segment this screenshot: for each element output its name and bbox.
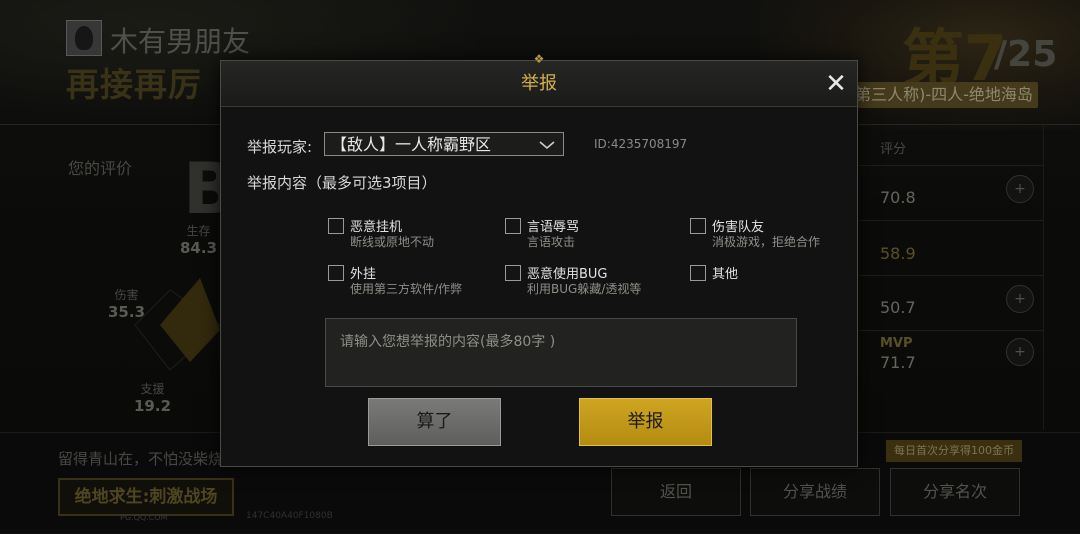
checkbox[interactable] <box>690 218 706 234</box>
report-dialog: ❖ 举报 ✕ 举报玩家: 【敌人】一人称霸野区 ID:4235708197 举报… <box>220 53 858 467</box>
checkbox[interactable] <box>505 218 521 234</box>
option-title: 其他 <box>712 267 739 282</box>
dialog-title: 举报 <box>521 73 557 94</box>
report-content-label: 举报内容（最多可选3项目） <box>247 174 437 192</box>
checkbox[interactable] <box>328 265 344 281</box>
option-desc: 消极游戏，拒绝合作 <box>712 235 821 249</box>
close-icon[interactable]: ✕ <box>821 69 851 99</box>
cancel-button[interactable]: 算了 <box>368 398 501 446</box>
option-desc: 使用第三方软件/作弊 <box>350 282 463 296</box>
textarea-placeholder: 请输入您想举报的内容(最多80字 ) <box>340 334 556 350</box>
checkbox[interactable] <box>505 265 521 281</box>
report-player-label: 举报玩家: <box>247 138 313 156</box>
report-text-input[interactable]: 请输入您想举报的内容(最多80字 ) <box>325 318 797 387</box>
option-desc: 断线或原地不动 <box>350 235 435 249</box>
player-id: ID:4235708197 <box>594 137 688 151</box>
option-desc: 言语攻击 <box>527 235 576 249</box>
submit-report-button[interactable]: 举报 <box>579 398 712 446</box>
checkbox[interactable] <box>690 265 706 281</box>
chevron-down-icon <box>539 141 555 150</box>
checkbox[interactable] <box>328 218 344 234</box>
selected-player: 【敌人】一人称霸野区 <box>331 135 492 154</box>
option-desc: 利用BUG躲藏/透视等 <box>527 282 642 296</box>
player-select[interactable]: 【敌人】一人称霸野区 <box>324 132 564 156</box>
